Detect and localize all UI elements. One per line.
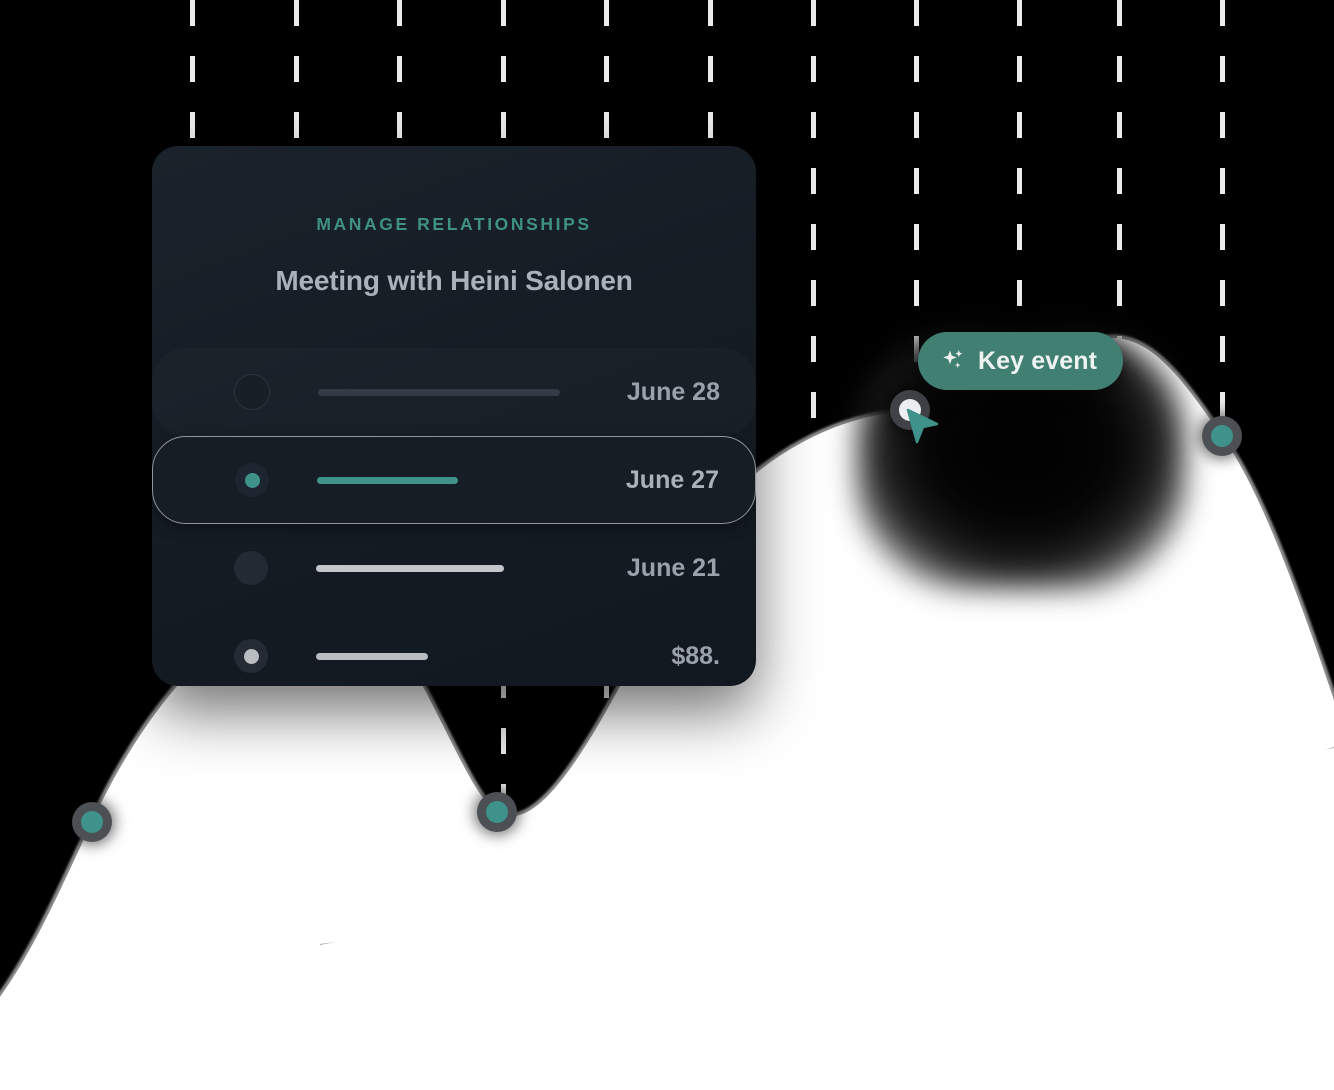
chart-point-marker[interactable]	[72, 802, 112, 842]
marker-core	[1211, 425, 1233, 447]
cursor-arrow-glyph	[906, 408, 939, 444]
key-event-tooltip[interactable]: Key event	[918, 332, 1124, 390]
gridline	[1017, 0, 1022, 1090]
gridline	[914, 0, 919, 1090]
marker-core	[486, 801, 508, 823]
row-meta: $88.	[671, 641, 720, 670]
timeline-list: June 28 June 27 June 21 $88.	[152, 348, 756, 686]
gridline	[811, 0, 816, 1090]
row-meta: June 27	[625, 465, 719, 494]
row-meta: June 28	[626, 377, 720, 406]
manage-relationships-card: MANAGE RELATIONSHIPS Meeting with Heini …	[152, 146, 756, 686]
row-placeholder-bar	[316, 652, 428, 660]
empty-circle-icon	[234, 374, 270, 410]
marker-core	[81, 811, 103, 833]
bullet-core	[244, 561, 259, 576]
cursor-arrow-icon	[906, 408, 940, 446]
chart-point-marker[interactable]	[1202, 416, 1242, 456]
bullet-core	[244, 472, 260, 488]
row-meta: June 21	[626, 553, 720, 582]
chart-point-marker[interactable]	[477, 792, 517, 832]
list-item[interactable]: June 28	[152, 348, 756, 436]
card-title: Meeting with Heini Salonen	[275, 265, 633, 296]
list-item-selected[interactable]: June 27	[152, 436, 756, 524]
card-eyebrow: MANAGE RELATIONSHIPS	[316, 214, 592, 234]
row-placeholder-bar	[316, 564, 504, 572]
gridline	[1117, 0, 1122, 1090]
list-item[interactable]: June 21	[152, 524, 756, 612]
chart-lower-wedge	[320, 748, 1334, 1090]
hero-illustration: Key event MANAGE RELATIONSHIPS Meeting w…	[0, 0, 1334, 1090]
bullet-core	[245, 385, 260, 400]
bullet-core	[243, 648, 259, 664]
filled-circle-icon	[234, 639, 268, 673]
chart-baseline-line	[319, 747, 1334, 946]
row-placeholder-bar	[318, 388, 560, 396]
list-item[interactable]: $88.	[152, 612, 756, 686]
dark-circle-icon	[234, 551, 268, 585]
key-event-label: Key event	[978, 346, 1098, 375]
sparkles-icon	[943, 350, 963, 368]
row-placeholder-bar	[317, 476, 458, 484]
gridline	[1220, 0, 1225, 1090]
filled-circle-icon	[235, 463, 269, 497]
